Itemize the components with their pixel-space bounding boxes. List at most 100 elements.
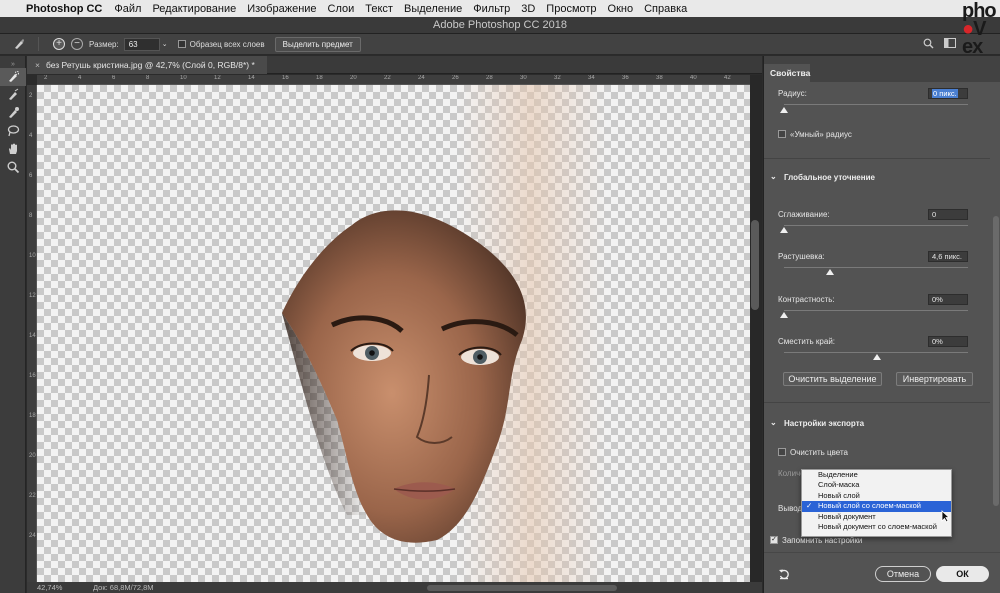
radius-slider-thumb[interactable] <box>780 107 788 113</box>
cancel-button[interactable]: Отмена <box>875 566 931 582</box>
shift-edge-slider-thumb[interactable] <box>873 354 881 360</box>
decontaminate-colors-checkbox[interactable] <box>778 448 786 456</box>
ruler-tick: 28 <box>486 75 493 81</box>
horizontal-scrollbar[interactable] <box>427 585 617 591</box>
size-input[interactable]: 63 <box>123 37 160 51</box>
remember-settings-label: Запомнить настройки <box>782 536 863 545</box>
lasso-tool-icon[interactable] <box>0 122 26 140</box>
document-info: Док: 68,8M/72,8M <box>93 583 154 592</box>
ruler-tick: 12 <box>29 293 36 299</box>
ruler-tick: 6 <box>29 173 33 179</box>
hand-tool-icon[interactable] <box>0 140 26 158</box>
ruler-tick: 16 <box>29 373 36 379</box>
ruler-tick: 38 <box>656 75 663 81</box>
select-subject-button[interactable]: Выделить предмет <box>274 36 361 52</box>
radius-input[interactable]: 0 пикс. <box>928 88 968 99</box>
decontaminate-colors-label: Очистить цвета <box>790 448 848 457</box>
document-tab[interactable]: × без Ретушь кристина.jpg @ 42,7% (Слой 0… <box>27 56 267 74</box>
horizontal-ruler: 2 4 6 8 10 12 14 16 18 20 22 24 26 28 30… <box>37 75 750 85</box>
sample-all-layers-checkbox[interactable] <box>177 40 186 48</box>
ruler-tick: 10 <box>180 75 187 81</box>
brush-tool-icon[interactable] <box>0 104 26 122</box>
dropdown-option-new-layer-with-mask[interactable]: ✓ Новый слой со слоем-маской <box>802 501 951 512</box>
smooth-input[interactable]: 0 <box>928 209 968 220</box>
remember-settings-checkbox[interactable]: ✓ <box>770 536 778 544</box>
ruler-tick: 12 <box>214 75 221 81</box>
shift-edge-slider[interactable] <box>784 352 968 353</box>
quick-selection-tool-icon[interactable] <box>0 68 26 86</box>
smooth-slider[interactable] <box>784 225 968 226</box>
zoom-level[interactable]: 42,74% <box>37 582 62 593</box>
smooth-label: Сглаживание: <box>778 210 830 219</box>
divider <box>764 402 990 403</box>
ruler-tick: 30 <box>520 75 527 81</box>
contrast-slider[interactable] <box>784 310 968 311</box>
zoom-tool-icon[interactable] <box>0 158 26 176</box>
menu-file[interactable]: Файл <box>114 3 141 15</box>
vertical-scrollbar[interactable] <box>751 220 759 310</box>
dropdown-option-layer-mask[interactable]: Слой-маска <box>802 480 951 490</box>
feather-slider-thumb[interactable] <box>826 269 834 275</box>
shift-edge-input[interactable]: 0% <box>928 336 968 347</box>
contrast-input[interactable]: 0% <box>928 294 968 305</box>
menu-type[interactable]: Текст <box>365 3 393 15</box>
ok-button[interactable]: ОК <box>936 566 989 582</box>
document-canvas[interactable] <box>37 85 750 582</box>
document-tab-bar: × без Ретушь кристина.jpg @ 42,7% (Слой 0… <box>27 56 762 74</box>
menu-window[interactable]: Окно <box>608 3 634 15</box>
menu-edit[interactable]: Редактирование <box>152 3 236 15</box>
collapse-toolbar-icon[interactable]: » <box>0 60 26 68</box>
ruler-tick: 32 <box>554 75 561 81</box>
dropdown-option-new-layer[interactable]: Новый слой <box>802 491 951 501</box>
ruler-tick: 2 <box>29 93 33 99</box>
quick-select-brush-icon[interactable] <box>12 37 26 51</box>
size-dropdown-icon[interactable]: ⌄ <box>162 40 168 48</box>
panel-scrollbar[interactable] <box>993 216 999 506</box>
search-icon[interactable] <box>923 38 934 51</box>
ruler-tick: 6 <box>112 75 116 81</box>
chevron-down-icon[interactable]: ⌄ <box>770 418 777 427</box>
contrast-slider-thumb[interactable] <box>780 312 788 318</box>
ruler-tick: 14 <box>248 75 255 81</box>
menu-select[interactable]: Выделение <box>404 3 462 15</box>
feather-label: Растушевка: <box>778 252 825 261</box>
output-dropdown-menu[interactable]: Выделение Слой-маска Новый слой ✓ Новый с… <box>801 469 952 537</box>
export-settings-header[interactable]: Настройки экспорта <box>784 419 864 428</box>
dropdown-option-new-document[interactable]: Новый документ <box>802 512 951 522</box>
feather-input[interactable]: 4,6 пикс. <box>928 251 968 262</box>
ruler-tick: 14 <box>29 333 36 339</box>
add-to-selection-icon[interactable]: + <box>53 38 65 50</box>
subtract-from-selection-icon[interactable]: − <box>71 38 83 50</box>
shift-edge-label: Сместить край: <box>778 337 836 346</box>
menu-layers[interactable]: Слои <box>328 3 355 15</box>
ruler-tick: 34 <box>588 75 595 81</box>
clear-selection-button[interactable]: Очистить выделение <box>783 372 882 386</box>
ruler-tick: 10 <box>29 253 36 259</box>
menu-view[interactable]: Просмотр <box>546 3 596 15</box>
workspace-icon[interactable] <box>944 38 956 50</box>
reset-icon[interactable] <box>778 568 790 583</box>
menu-help[interactable]: Справка <box>644 3 687 15</box>
refine-edge-brush-icon[interactable] <box>0 86 26 104</box>
menu-3d[interactable]: 3D <box>521 3 535 15</box>
close-tab-icon[interactable]: × <box>35 60 40 70</box>
divider <box>764 158 990 159</box>
invert-button[interactable]: Инвертировать <box>896 372 973 386</box>
chevron-down-icon[interactable]: ⌄ <box>770 172 777 181</box>
menu-image[interactable]: Изображение <box>247 3 316 15</box>
menu-filter[interactable]: Фильтр <box>473 3 510 15</box>
app-menu[interactable]: Photoshop CC <box>26 3 102 15</box>
smooth-slider-thumb[interactable] <box>780 227 788 233</box>
feather-slider[interactable] <box>784 267 968 268</box>
ruler-tick: 4 <box>29 133 33 139</box>
divider <box>38 37 39 51</box>
tools-panel: » <box>0 56 26 593</box>
global-refinements-header[interactable]: Глобальное уточнение <box>784 173 875 182</box>
smart-radius-checkbox[interactable] <box>778 130 786 138</box>
canvas-side-area <box>750 75 762 582</box>
tab-properties[interactable]: Свойства <box>764 64 810 82</box>
radius-slider[interactable] <box>784 104 968 105</box>
dropdown-option-selection[interactable]: Выделение <box>802 470 951 480</box>
dropdown-option-new-document-with-mask[interactable]: Новый документ со слоем-маской <box>802 522 951 532</box>
divider <box>764 552 1000 553</box>
